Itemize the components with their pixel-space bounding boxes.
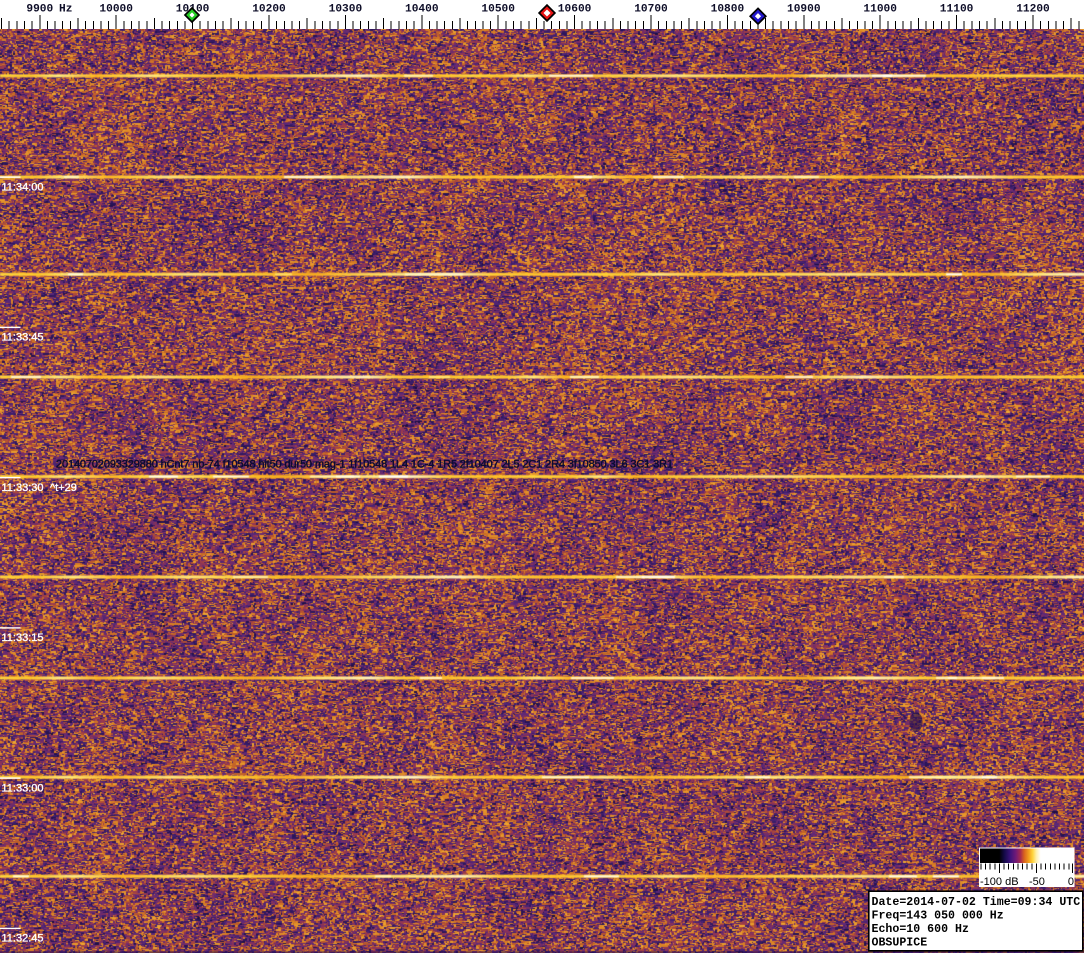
- svg-text:11000: 11000: [863, 4, 897, 16]
- svg-text:10900: 10900: [787, 4, 821, 16]
- svg-text:11200: 11200: [1016, 4, 1050, 16]
- svg-text:11:33:45: 11:33:45: [2, 332, 44, 344]
- svg-text:10200: 10200: [252, 4, 286, 16]
- svg-text:11:33:00: 11:33:00: [2, 782, 44, 794]
- svg-text:-50: -50: [1029, 876, 1045, 888]
- svg-text:9900: 9900: [26, 4, 53, 16]
- svg-text:OBSUPICE: OBSUPICE: [872, 937, 928, 950]
- svg-text:10600: 10600: [558, 4, 592, 16]
- svg-text:11:33:15: 11:33:15: [2, 632, 44, 644]
- svg-text:10700: 10700: [634, 4, 668, 16]
- svg-text:11100: 11100: [940, 4, 974, 16]
- svg-text:10500: 10500: [481, 4, 515, 16]
- svg-text:0: 0: [1068, 876, 1074, 888]
- svg-text:Freq=143 050 000 Hz: Freq=143 050 000 Hz: [872, 910, 1004, 923]
- svg-text:10800: 10800: [711, 4, 745, 16]
- svg-text:^t+29: ^t+29: [50, 482, 77, 494]
- svg-text:-100 dB: -100 dB: [980, 876, 1019, 888]
- svg-text:20140702093329880 hCnt7 nb-74: 20140702093329880 hCnt7 nb-74 f10548 hit…: [56, 459, 673, 471]
- svg-text:Hz: Hz: [59, 4, 72, 16]
- svg-text:10000: 10000: [99, 4, 133, 16]
- svg-text:11:34:00: 11:34:00: [2, 181, 44, 193]
- svg-text:11:32:45: 11:32:45: [2, 933, 44, 945]
- svg-text:10400: 10400: [405, 4, 439, 16]
- svg-text:Echo=10 600 Hz: Echo=10 600 Hz: [872, 923, 969, 936]
- svg-text:11:33:30: 11:33:30: [2, 482, 44, 494]
- svg-text:Date=2014-07-02 Time=09:34 UTC: Date=2014-07-02 Time=09:34 UTC: [872, 896, 1081, 909]
- svg-text:10300: 10300: [329, 4, 363, 16]
